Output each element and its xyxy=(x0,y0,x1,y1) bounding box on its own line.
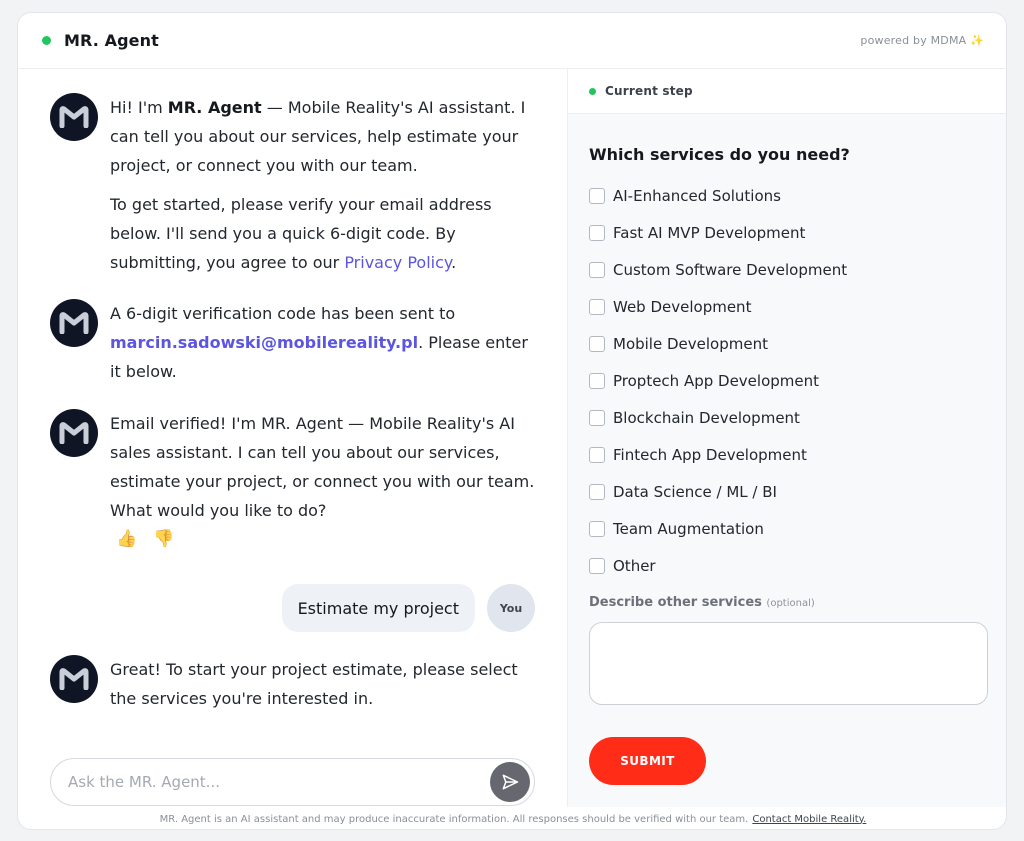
checkbox[interactable] xyxy=(589,446,605,463)
service-option[interactable]: Team Augmentation xyxy=(589,510,847,547)
optional-hint: (optional) xyxy=(766,598,815,609)
service-option[interactable]: Blockchain Development xyxy=(589,399,847,436)
widget-header: MR. Agent powered by MDMA ✨ xyxy=(18,13,1006,69)
agent-message: Hi! I'm MR. Agent — Mobile Reality's AI … xyxy=(50,93,538,277)
current-step-bar: Current step xyxy=(568,69,1006,114)
message-text: . xyxy=(451,253,457,272)
user-message-text: Estimate my project xyxy=(281,584,475,632)
other-services-label-text: Describe other services xyxy=(589,595,762,610)
step-status-icon xyxy=(589,87,596,95)
chat-widget: MR. Agent powered by MDMA ✨ Hi! I'm MR. … xyxy=(17,12,1007,830)
online-status-icon xyxy=(42,36,51,45)
agent-message: A 6-digit verification code has been sen… xyxy=(50,299,538,386)
service-option[interactable]: Proptech App Development xyxy=(589,362,847,399)
checkbox[interactable] xyxy=(589,372,605,389)
service-option-label: Custom Software Development xyxy=(613,260,848,279)
mr-logo-icon xyxy=(59,422,89,444)
message-text: Great! To start your project estimate, p… xyxy=(110,660,518,708)
message-reactions: 👍 👎 xyxy=(116,529,174,549)
send-button[interactable] xyxy=(490,762,530,802)
current-step-label: Current step xyxy=(605,84,693,98)
agent-avatar xyxy=(50,93,98,141)
mr-logo-icon xyxy=(59,106,89,128)
service-option-label: Web Development xyxy=(613,297,752,316)
agent-message-text: A 6-digit verification code has been sen… xyxy=(110,299,538,386)
mr-logo-icon xyxy=(59,312,89,334)
agent-message: Great! To start your project estimate, p… xyxy=(50,655,538,713)
agent-message-text: Email verified! I'm MR. Agent — Mobile R… xyxy=(110,409,538,525)
agent-avatar xyxy=(50,409,98,457)
service-option[interactable]: Data Science / ML / BI xyxy=(589,473,847,510)
checkbox[interactable] xyxy=(589,224,605,241)
checkbox[interactable] xyxy=(589,483,605,500)
service-option-label: Mobile Development xyxy=(613,334,768,353)
form-title: Which services do you need? xyxy=(589,145,850,164)
agent-title: MR. Agent xyxy=(64,31,159,50)
chat-input-container xyxy=(50,758,535,806)
service-option-label: Data Science / ML / BI xyxy=(613,482,777,501)
step-panel: Current step Which services do you need?… xyxy=(567,69,1006,807)
user-message: Estimate my project You xyxy=(281,584,535,632)
submit-button[interactable]: SUBMIT xyxy=(589,737,706,785)
other-services-label: Describe other services (optional) xyxy=(589,595,815,610)
chat-input[interactable] xyxy=(51,759,490,805)
checkbox[interactable] xyxy=(589,520,605,537)
service-option[interactable]: Web Development xyxy=(589,288,847,325)
agent-avatar xyxy=(50,299,98,347)
service-option-label: Fast AI MVP Development xyxy=(613,223,806,242)
service-option-label: Blockchain Development xyxy=(613,408,800,427)
agent-avatar xyxy=(50,655,98,703)
message-text: Hi! I'm xyxy=(110,98,168,117)
checkbox[interactable] xyxy=(589,187,605,204)
service-option-label: Fintech App Development xyxy=(613,445,807,464)
message-text: Email verified! I'm MR. Agent — Mobile R… xyxy=(110,414,535,520)
agent-message-text: Hi! I'm MR. Agent — Mobile Reality's AI … xyxy=(110,93,538,277)
service-option[interactable]: Other xyxy=(589,547,847,584)
thumbs-up-icon[interactable]: 👍 xyxy=(116,529,137,549)
disclaimer-footer: MR. Agent is an AI assistant and may pro… xyxy=(18,807,1006,829)
service-option-label: Team Augmentation xyxy=(613,519,764,538)
chat-panel: Hi! I'm MR. Agent — Mobile Reality's AI … xyxy=(18,69,567,807)
user-avatar: You xyxy=(487,584,535,632)
thumbs-down-icon[interactable]: 👎 xyxy=(153,529,174,549)
sparkle-icon: ✨ xyxy=(970,34,984,47)
checkbox[interactable] xyxy=(589,557,605,574)
disclaimer-text: MR. Agent is an AI assistant and may pro… xyxy=(159,813,749,825)
checkbox[interactable] xyxy=(589,409,605,426)
powered-by: powered by MDMA ✨ xyxy=(860,34,984,47)
agent-name: MR. Agent xyxy=(167,98,262,117)
service-option-label: AI-Enhanced Solutions xyxy=(613,186,781,205)
mr-logo-icon xyxy=(59,668,89,690)
privacy-policy-link[interactable]: Privacy Policy xyxy=(344,253,451,272)
agent-message-text: Great! To start your project estimate, p… xyxy=(110,655,538,713)
powered-by-label: powered by MDMA xyxy=(860,34,967,47)
service-option[interactable]: Custom Software Development xyxy=(589,251,847,288)
checkbox[interactable] xyxy=(589,261,605,278)
checkbox[interactable] xyxy=(589,298,605,315)
service-option[interactable]: Mobile Development xyxy=(589,325,847,362)
agent-message: Email verified! I'm MR. Agent — Mobile R… xyxy=(50,409,538,525)
service-option-label: Other xyxy=(613,556,656,575)
contact-link[interactable]: Contact Mobile Reality. xyxy=(752,814,866,825)
message-text: A 6-digit verification code has been sen… xyxy=(110,304,456,323)
email-address: marcin.sadowski@mobilereality.pl xyxy=(110,333,419,352)
send-icon xyxy=(502,774,519,790)
service-option[interactable]: AI-Enhanced Solutions xyxy=(589,177,847,214)
services-checklist: AI-Enhanced Solutions Fast AI MVP Develo… xyxy=(589,177,847,584)
checkbox[interactable] xyxy=(589,335,605,352)
service-option-label: Proptech App Development xyxy=(613,371,820,390)
other-services-textarea[interactable] xyxy=(589,622,988,705)
service-option[interactable]: Fintech App Development xyxy=(589,436,847,473)
service-option[interactable]: Fast AI MVP Development xyxy=(589,214,847,251)
